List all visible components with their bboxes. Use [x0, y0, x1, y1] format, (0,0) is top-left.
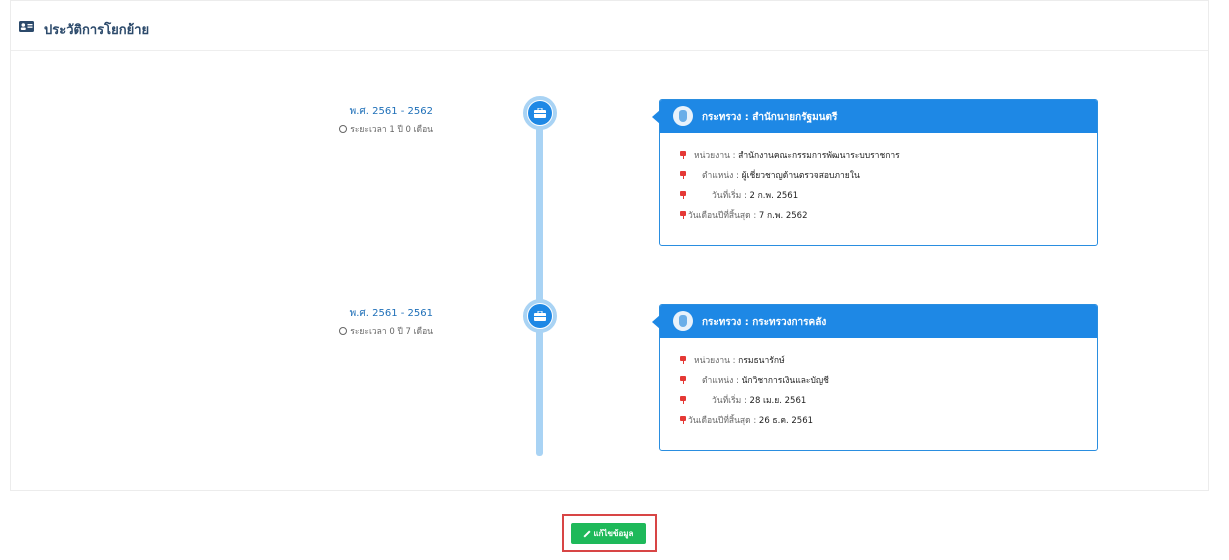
id-card-icon — [19, 21, 34, 32]
edit-button[interactable]: แก้ไขข้อมูล — [571, 523, 646, 544]
timeline-line — [536, 111, 543, 456]
ministry-title: กระทรวง : กระทรวงการคลัง — [702, 317, 827, 328]
entry-header: กระทรวง : กระทรวงการคลัง — [660, 305, 1097, 338]
pin-icon — [680, 191, 686, 199]
period-duration: ระยะเวลา 0 ปี 7 เดือน — [183, 324, 433, 338]
timeline-marker — [523, 299, 557, 333]
detail-row-agency: หน่วยงาน : สำนักงานคณะกรรมการพัฒนาระบบรา… — [680, 145, 900, 165]
clock-icon — [339, 125, 348, 133]
timeline-period: พ.ศ. 2561 - 2562 ระยะเวลา 1 ปี 0 เดือน — [183, 104, 433, 136]
emblem-icon — [673, 311, 693, 331]
emblem-icon — [673, 106, 693, 126]
detail-row-position: ตำแหน่ง : ผู้เชี่ยวชาญด้านตรวจสอบภายใน — [680, 165, 900, 185]
timeline-marker — [523, 96, 557, 130]
detail-row-start-date: วันที่เริ่ม : 28 เม.ย. 2561 — [680, 390, 829, 410]
pencil-icon — [584, 531, 590, 537]
detail-row-end-date: วันเดือนปีที่สิ้นสุด : 26 ธ.ค. 2561 — [680, 410, 829, 430]
timeline-entry: กระทรวง : สำนักนายกรัฐมนตรี หน่วยงาน : ส… — [652, 99, 1098, 246]
pin-icon — [680, 416, 686, 424]
edit-button-label: แก้ไขข้อมูล — [593, 529, 634, 538]
pin-icon — [680, 356, 686, 364]
clock-icon — [339, 327, 348, 335]
detail-row-start-date: วันที่เริ่ม : 2 ก.พ. 2561 — [680, 185, 900, 205]
period-years: พ.ศ. 2561 - 2561 — [349, 308, 433, 319]
pin-icon — [680, 376, 686, 384]
briefcase-icon — [534, 108, 546, 118]
page-title: ประวัติการโยกย้าย — [44, 23, 150, 38]
ministry-title: กระทรวง : สำนักนายกรัฐมนตรี — [702, 112, 838, 123]
timeline-entry: กระทรวง : กระทรวงการคลัง หน่วยงาน : กรมธ… — [652, 304, 1098, 451]
detail-row-agency: หน่วยงาน : กรมธนารักษ์ — [680, 350, 829, 370]
timeline-period: พ.ศ. 2561 - 2561 ระยะเวลา 0 ปี 7 เดือน — [183, 306, 433, 338]
period-duration: ระยะเวลา 1 ปี 0 เดือน — [183, 122, 433, 136]
transfer-history-card: ประวัติการโยกย้าย พ.ศ. 2561 - 2562 ระยะเ… — [10, 0, 1209, 491]
pin-icon — [680, 396, 686, 404]
pin-icon — [680, 171, 686, 179]
detail-row-end-date: วันเดือนปีที่สิ้นสุด : 7 ก.พ. 2562 — [680, 205, 900, 225]
pin-icon — [680, 211, 686, 219]
entry-header: กระทรวง : สำนักนายกรัฐมนตรี — [660, 100, 1097, 133]
card-header: ประวัติการโยกย้าย — [11, 1, 1208, 51]
pin-icon — [680, 151, 686, 159]
briefcase-icon — [534, 311, 546, 321]
period-years: พ.ศ. 2561 - 2562 — [349, 106, 433, 117]
detail-row-position: ตำแหน่ง : นักวิชาการเงินและบัญชี — [680, 370, 829, 390]
